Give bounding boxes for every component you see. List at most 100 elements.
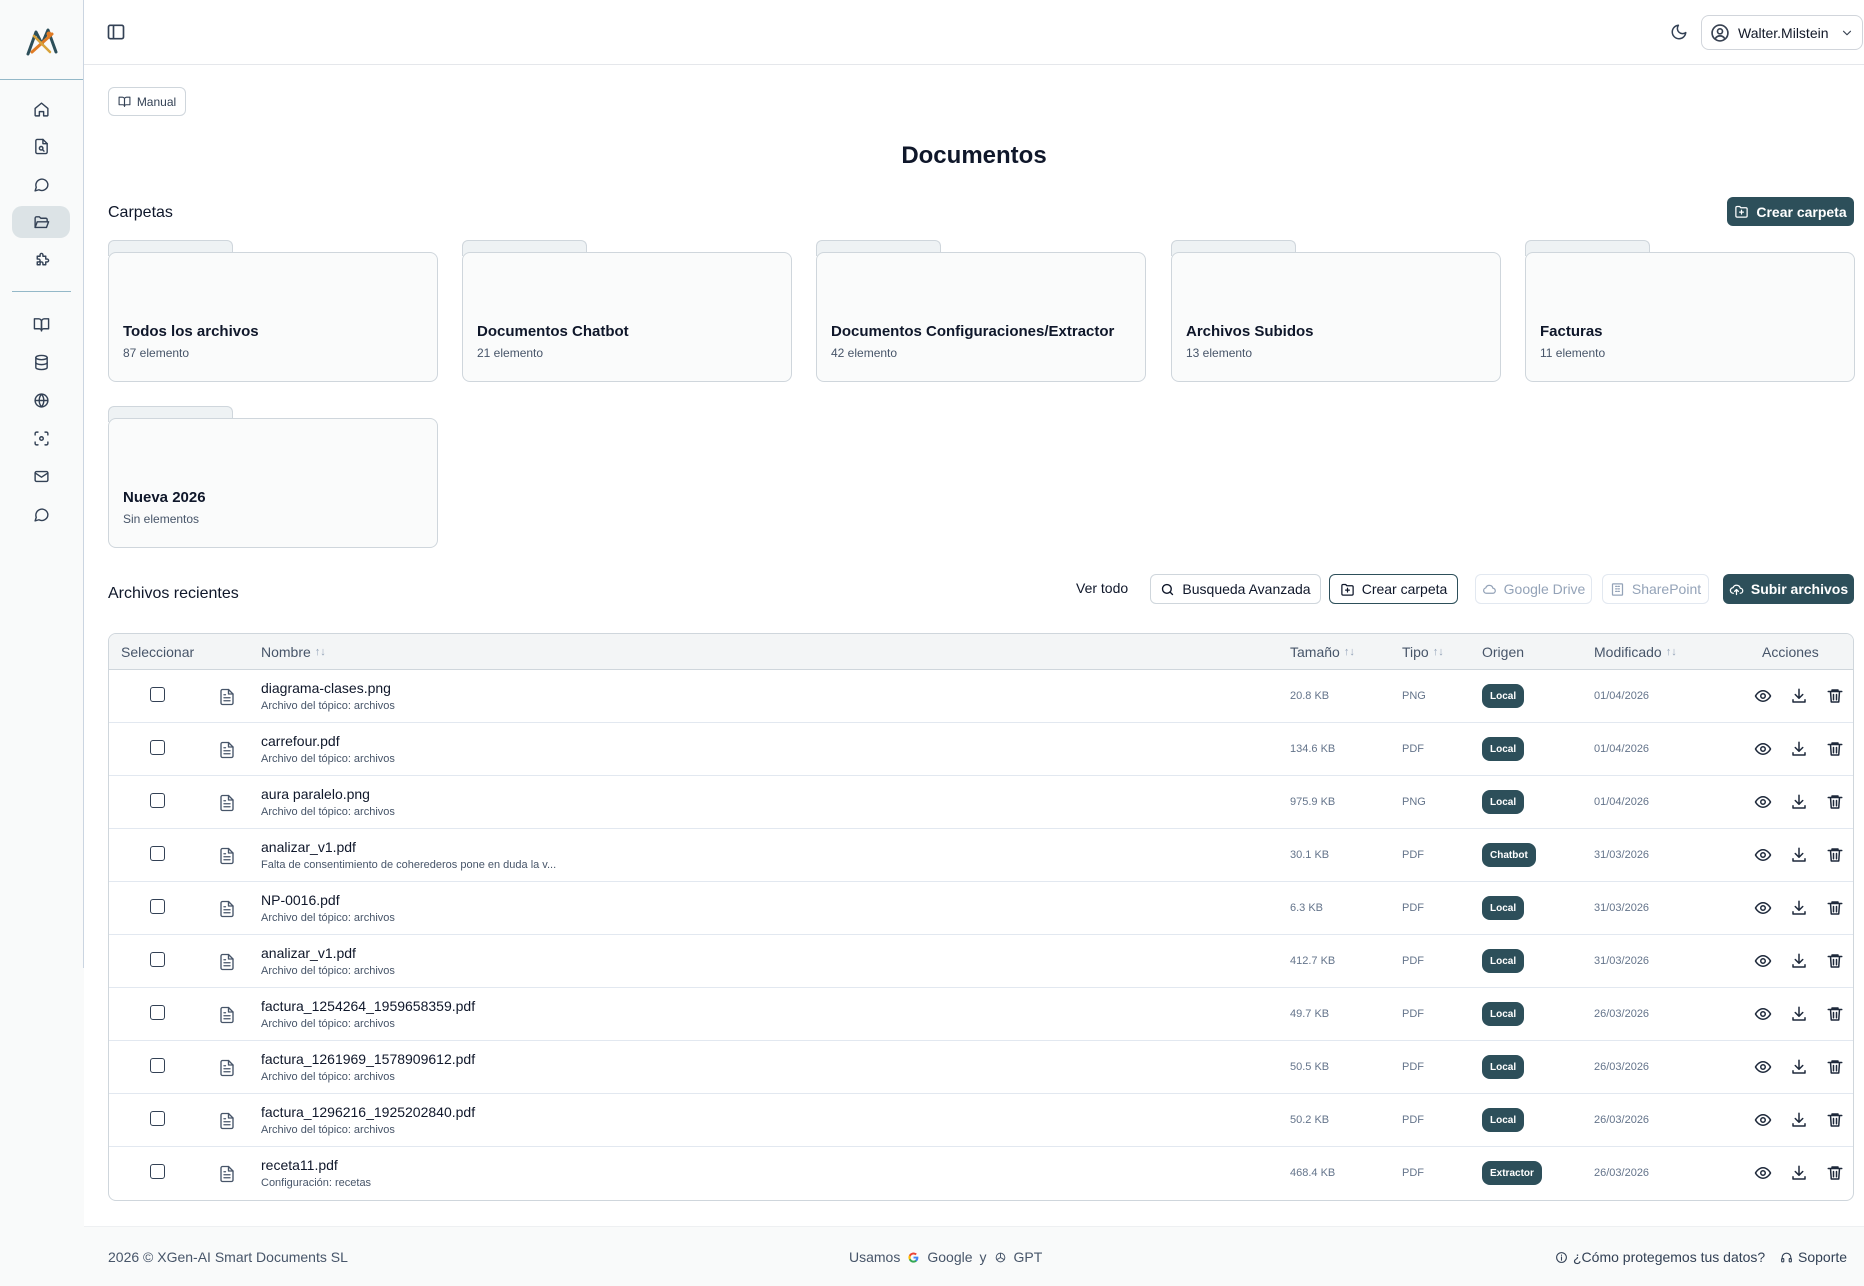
row-checkbox[interactable]	[150, 952, 165, 967]
eye-icon[interactable]	[1754, 1111, 1772, 1129]
row-checkbox[interactable]	[150, 899, 165, 914]
file-modified: 01/04/2026	[1594, 796, 1650, 808]
sidebar-item-database[interactable]	[12, 346, 70, 378]
trash-icon[interactable]	[1826, 1111, 1844, 1129]
app-logo[interactable]	[22, 22, 62, 62]
row-checkbox[interactable]	[150, 793, 165, 808]
download-icon[interactable]	[1790, 1058, 1808, 1076]
trash-icon[interactable]	[1826, 846, 1844, 864]
manual-button[interactable]: Manual	[108, 87, 186, 116]
trash-icon[interactable]	[1826, 1164, 1844, 1182]
eye-icon[interactable]	[1754, 793, 1772, 811]
google-drive-button[interactable]: Google Drive	[1475, 574, 1592, 604]
eye-icon[interactable]	[1754, 1164, 1772, 1182]
download-icon[interactable]	[1790, 687, 1808, 705]
sidebar-item-manual[interactable]	[12, 308, 70, 340]
table-row[interactable]: carrefour.pdf Archivo del tópico: archiv…	[109, 723, 1853, 776]
header-type[interactable]: Tipo ↑↓	[1402, 644, 1444, 660]
privacy-link[interactable]: ¿Cómo protegemos tus datos?	[1555, 1249, 1765, 1265]
eye-icon[interactable]	[1754, 899, 1772, 917]
header-modified[interactable]: Modificado ↑↓	[1594, 644, 1677, 660]
sidebar-item-integrations[interactable]	[12, 244, 70, 276]
row-checkbox[interactable]	[150, 1005, 165, 1020]
trash-icon[interactable]	[1826, 899, 1844, 917]
view-all-link[interactable]: Ver todo	[1076, 580, 1128, 596]
file-name[interactable]: carrefour.pdf	[261, 733, 340, 749]
create-folder-button[interactable]: Crear carpeta	[1727, 197, 1854, 226]
sidebar	[0, 0, 84, 1286]
table-row[interactable]: diagrama-clases.png Archivo del tópico: …	[109, 670, 1853, 723]
trash-icon[interactable]	[1826, 793, 1844, 811]
table-row[interactable]: analizar_v1.pdf Archivo del tópico: arch…	[109, 935, 1853, 988]
download-icon[interactable]	[1790, 1005, 1808, 1023]
theme-toggle-button[interactable]	[1670, 23, 1688, 41]
eye-icon[interactable]	[1754, 687, 1772, 705]
sidebar-item-mail[interactable]	[12, 460, 70, 492]
header-origin: Origen	[1482, 644, 1525, 660]
folder-card[interactable]: Todos los archivos 87 elemento	[108, 240, 438, 382]
sharepoint-button[interactable]: SharePoint	[1602, 574, 1709, 604]
file-name[interactable]: diagrama-clases.png	[261, 680, 391, 696]
table-row[interactable]: factura_1261969_1578909612.pdf Archivo d…	[109, 1041, 1853, 1094]
header-actions: Acciones	[1762, 644, 1819, 660]
file-name[interactable]: analizar_v1.pdf	[261, 945, 356, 961]
file-name[interactable]: factura_1254264_1959658359.pdf	[261, 998, 475, 1014]
support-link[interactable]: Soporte	[1780, 1249, 1847, 1265]
header-size[interactable]: Tamaño ↑↓	[1290, 644, 1355, 660]
folder-card[interactable]: Documentos Chatbot 21 elemento	[462, 240, 792, 382]
eye-icon[interactable]	[1754, 1058, 1772, 1076]
table-row[interactable]: aura paralelo.png Archivo del tópico: ar…	[109, 776, 1853, 829]
download-icon[interactable]	[1790, 846, 1808, 864]
row-checkbox[interactable]	[150, 740, 165, 755]
row-checkbox[interactable]	[150, 687, 165, 702]
header-select: Seleccionar	[121, 644, 195, 660]
sidebar-item-document-search[interactable]	[12, 130, 70, 162]
row-checkbox[interactable]	[150, 846, 165, 861]
create-folder-button-secondary[interactable]: Crear carpeta	[1329, 574, 1458, 604]
sidebar-item-messages[interactable]	[12, 498, 70, 530]
file-name[interactable]: NP-0016.pdf	[261, 892, 340, 908]
sidebar-item-chat[interactable]	[12, 168, 70, 200]
row-checkbox[interactable]	[150, 1058, 165, 1073]
row-checkbox[interactable]	[150, 1111, 165, 1126]
table-row[interactable]: factura_1296216_1925202840.pdf Archivo d…	[109, 1094, 1853, 1147]
upload-files-button[interactable]: Subir archivos	[1723, 574, 1854, 604]
row-checkbox[interactable]	[150, 1164, 165, 1179]
folder-card[interactable]: Nueva 2026 Sin elementos	[108, 406, 438, 548]
file-name[interactable]: aura paralelo.png	[261, 786, 370, 802]
file-name[interactable]: analizar_v1.pdf	[261, 839, 356, 855]
file-name[interactable]: factura_1296216_1925202840.pdf	[261, 1104, 475, 1120]
download-icon[interactable]	[1790, 740, 1808, 758]
trash-icon[interactable]	[1826, 952, 1844, 970]
sidebar-item-scan[interactable]	[12, 422, 70, 454]
folder-card[interactable]: Archivos Subidos 13 elemento	[1171, 240, 1501, 382]
header-name[interactable]: Nombre ↑↓	[261, 644, 326, 660]
eye-icon[interactable]	[1754, 740, 1772, 758]
folder-card[interactable]: Documentos Configuraciones/Extractor 42 …	[816, 240, 1146, 382]
download-icon[interactable]	[1790, 952, 1808, 970]
sidebar-item-web[interactable]	[12, 384, 70, 416]
eye-icon[interactable]	[1754, 846, 1772, 864]
table-row[interactable]: analizar_v1.pdf Falta de consentimiento …	[109, 829, 1853, 882]
trash-icon[interactable]	[1826, 1005, 1844, 1023]
user-menu-button[interactable]: Walter.Milstein	[1701, 15, 1863, 50]
file-name[interactable]: factura_1261969_1578909612.pdf	[261, 1051, 475, 1067]
folder-card[interactable]: Facturas 11 elemento	[1525, 240, 1855, 382]
eye-icon[interactable]	[1754, 952, 1772, 970]
download-icon[interactable]	[1790, 899, 1808, 917]
sidebar-item-documents[interactable]	[12, 206, 70, 238]
sidebar-item-home[interactable]	[12, 93, 70, 125]
trash-icon[interactable]	[1826, 1058, 1844, 1076]
eye-icon[interactable]	[1754, 1005, 1772, 1023]
trash-icon[interactable]	[1826, 740, 1844, 758]
table-row[interactable]: receta11.pdf Configuración: recetas 468.…	[109, 1147, 1853, 1200]
sidebar-toggle-button[interactable]	[106, 22, 126, 42]
trash-icon[interactable]	[1826, 687, 1844, 705]
download-icon[interactable]	[1790, 1164, 1808, 1182]
table-row[interactable]: factura_1254264_1959658359.pdf Archivo d…	[109, 988, 1853, 1041]
table-row[interactable]: NP-0016.pdf Archivo del tópico: archivos…	[109, 882, 1853, 935]
download-icon[interactable]	[1790, 793, 1808, 811]
advanced-search-button[interactable]: Busqueda Avanzada	[1150, 574, 1321, 604]
download-icon[interactable]	[1790, 1111, 1808, 1129]
file-name[interactable]: receta11.pdf	[261, 1157, 338, 1173]
